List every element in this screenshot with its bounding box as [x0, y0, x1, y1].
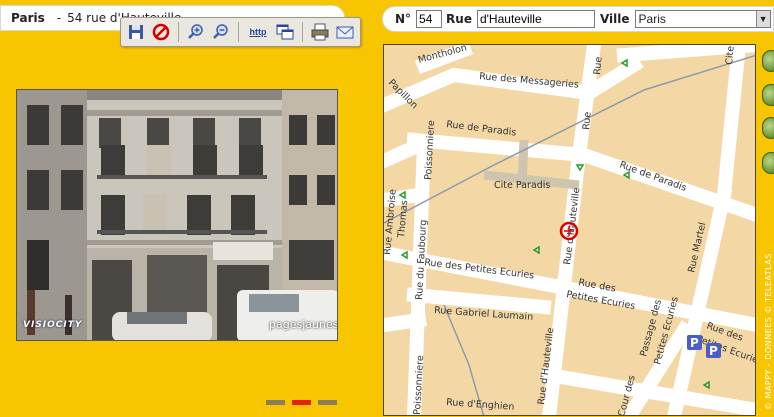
photo-toolbar: http [120, 17, 361, 47]
svg-text:P: P [709, 344, 718, 358]
label-cite-paradis: Cite Paradis [494, 180, 550, 191]
zoom-in-icon [188, 24, 203, 39]
label-cite-top-right: Cite [724, 45, 737, 65]
street-input[interactable] [476, 10, 595, 28]
building-photo [17, 90, 337, 340]
title-city: Paris [11, 11, 45, 25]
city-select-value: Paris [638, 12, 666, 26]
print-button[interactable] [309, 21, 331, 43]
map-control-button[interactable] [762, 152, 774, 174]
street-label: Rue [446, 12, 472, 26]
street-photo: VISIOCITY pagesjaunes [16, 89, 338, 341]
http-button[interactable]: http [245, 21, 271, 43]
windows-icon [276, 24, 294, 40]
toolbar-separator [238, 22, 239, 42]
email-button[interactable] [334, 21, 356, 43]
pagesjaunes-logo: pagesjaunes [269, 318, 338, 331]
visiocity-logo: VISIOCITY [23, 320, 83, 330]
no-entry-icon [152, 23, 170, 41]
zoom-out-icon [213, 24, 228, 39]
copyright-text: © MAPPY - DONNEES © TELEATLAS [764, 253, 773, 410]
street-map[interactable]: Montholon Rue des Messageries Papillon R… [383, 44, 756, 416]
zoom-out-button[interactable] [210, 21, 232, 43]
label-rue-top-right: Rue [592, 56, 605, 75]
envelope-icon [336, 26, 354, 39]
save-button[interactable] [125, 21, 147, 43]
pager-dot[interactable] [318, 400, 337, 405]
map-control-button[interactable] [762, 84, 774, 106]
cancel-button[interactable] [150, 21, 172, 43]
city-select[interactable]: Paris ▼ [634, 10, 771, 28]
http-label: http [249, 27, 267, 37]
floppy-disk-icon [129, 25, 143, 39]
map-control-button[interactable] [762, 117, 774, 139]
svg-text:P: P [690, 336, 699, 350]
photo-pager [266, 400, 337, 405]
map-canvas: Montholon Rue des Messageries Papillon R… [384, 45, 755, 415]
pager-dot[interactable] [266, 400, 285, 405]
map-copyright: © MAPPY - DONNEES © TELEATLAS [762, 240, 774, 410]
city-label: Ville [599, 12, 630, 26]
number-input[interactable] [416, 10, 443, 28]
toolbar-separator [178, 22, 179, 42]
chevron-down-icon: ▼ [755, 11, 770, 27]
number-label: N° [395, 12, 412, 26]
print-icon [311, 23, 329, 41]
map-control-button[interactable] [762, 50, 774, 72]
zoom-in-button[interactable] [185, 21, 207, 43]
label-rue-mid: Rue [581, 111, 594, 130]
title-separator: - [56, 11, 62, 25]
toolbar-separator [302, 22, 303, 42]
windows-button[interactable] [274, 21, 296, 43]
pager-dot-active[interactable] [292, 400, 311, 405]
address-search-bar: N° Rue Ville Paris ▼ [382, 6, 774, 32]
